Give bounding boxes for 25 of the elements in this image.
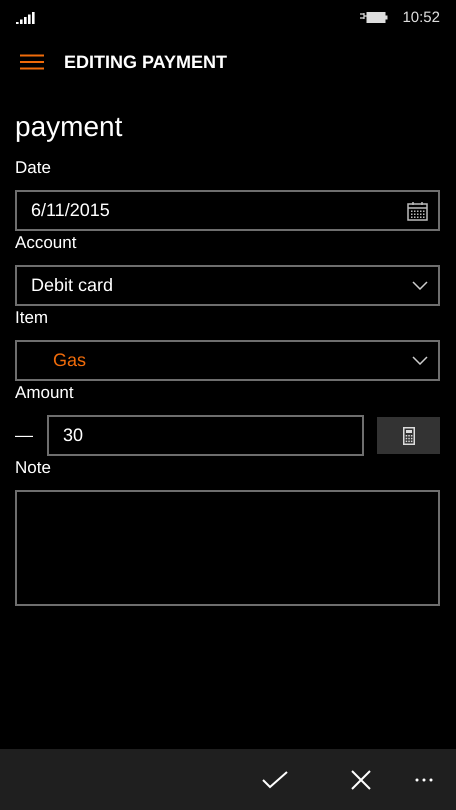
field-label: Note (15, 457, 51, 479)
calculator-icon (402, 426, 414, 444)
checkmark-icon (262, 770, 288, 788)
chevron-down-icon (412, 281, 428, 290)
page-title: payment (15, 110, 124, 144)
dropdown-field[interactable]: Gas (15, 340, 440, 381)
menu-icon[interactable] (20, 54, 44, 70)
date-field[interactable]: 6/11/2015 (15, 190, 440, 231)
field-label: Amount (15, 382, 74, 404)
field-label: Date (15, 157, 51, 179)
amount-field[interactable]: 30 (47, 415, 364, 456)
field-label: Account (15, 232, 76, 254)
calendar-icon (407, 200, 428, 220)
header-title: EDITING PAYMENT (64, 52, 228, 72)
field-label: Item (15, 307, 48, 329)
more-icon (415, 778, 433, 782)
minus-sign: — (15, 425, 34, 446)
battery-charging-icon (358, 10, 388, 24)
note-field[interactable] (15, 490, 440, 606)
signal-icon (16, 10, 35, 24)
clock-time: 10:52 (402, 8, 440, 26)
dropdown-field[interactable]: Debit card (15, 265, 440, 306)
calculator-button[interactable] (377, 417, 440, 454)
chevron-down-icon (412, 356, 428, 365)
close-icon (351, 770, 371, 790)
